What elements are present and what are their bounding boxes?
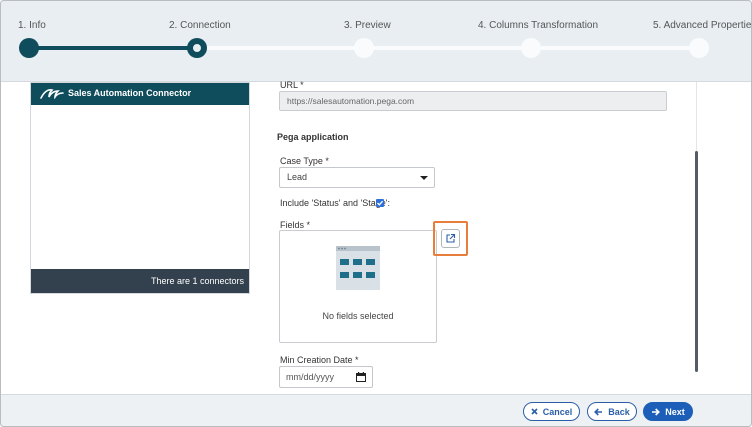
- section-title: Pega application: [277, 132, 349, 142]
- case-type-value: Lead: [287, 172, 308, 182]
- arrow-right-icon: [652, 407, 661, 416]
- url-field: https://salesautomation.pega.com: [279, 91, 667, 111]
- connector-card[interactable]: Sales Automation Connector There are 1 c…: [30, 82, 250, 294]
- step-1-dot[interactable]: [19, 38, 39, 58]
- content-divider: [696, 82, 697, 152]
- connector-count-bar: There are 1 connectors: [31, 269, 249, 293]
- step-2-label[interactable]: 2. Connection: [169, 20, 231, 31]
- calendar-icon[interactable]: [356, 372, 366, 382]
- include-status-label: Include 'Status' and 'Stage':: [280, 198, 390, 208]
- fields-grid-icon: [336, 246, 380, 290]
- step-3-dot[interactable]: [354, 38, 374, 58]
- step-3-label[interactable]: 3. Preview: [344, 20, 391, 31]
- close-icon: [531, 408, 538, 415]
- progress-track-complete: [29, 46, 197, 50]
- include-status-checkbox[interactable]: [376, 199, 384, 207]
- step-5-label[interactable]: 5. Advanced Properties: [653, 20, 751, 31]
- step-5-dot[interactable]: [689, 38, 709, 58]
- chevron-down-icon: [420, 176, 428, 180]
- step-1-label[interactable]: 1. Info: [18, 20, 46, 31]
- arrow-left-icon: [594, 407, 603, 416]
- step-4-dot[interactable]: [521, 38, 541, 58]
- external-link-icon: [446, 233, 456, 243]
- min-date-label: Min Creation Date *: [280, 355, 359, 365]
- url-label: URL *: [280, 80, 304, 90]
- open-fields-button[interactable]: [441, 229, 460, 248]
- no-fields-text: No fields selected: [322, 311, 394, 321]
- back-button-label: Back: [608, 406, 630, 417]
- connector-count-text: There are 1 connectors: [150, 276, 244, 286]
- wizard-footer: [1, 394, 751, 426]
- case-type-select[interactable]: Lead: [279, 167, 435, 188]
- step-4-label[interactable]: 4. Columns Transformation: [478, 20, 598, 31]
- fields-selector[interactable]: No fields selected: [279, 230, 437, 343]
- wizard-stepper: 1. Info 2. Connection 3. Preview 4. Colu…: [1, 1, 751, 82]
- cancel-button-label: Cancel: [542, 406, 573, 417]
- fields-label: Fields *: [280, 220, 311, 230]
- next-button[interactable]: Next: [643, 402, 693, 421]
- min-date-placeholder: mm/dd/yyyy: [286, 372, 335, 382]
- progress-track-remaining: [197, 46, 699, 50]
- back-button[interactable]: Back: [587, 402, 637, 421]
- vertical-scrollbar[interactable]: [695, 151, 698, 372]
- min-date-input[interactable]: mm/dd/yyyy: [279, 366, 373, 388]
- wizard-window: 1. Info 2. Connection 3. Preview 4. Colu…: [0, 0, 752, 427]
- next-button-label: Next: [665, 406, 685, 417]
- pega-wing-icon: [40, 88, 64, 101]
- step-2-dot[interactable]: [187, 38, 207, 58]
- connector-card-header: Sales Automation Connector: [31, 83, 249, 105]
- case-type-label: Case Type *: [280, 156, 329, 166]
- connector-card-title: Sales Automation Connector: [68, 88, 192, 98]
- cancel-button[interactable]: Cancel: [523, 402, 580, 421]
